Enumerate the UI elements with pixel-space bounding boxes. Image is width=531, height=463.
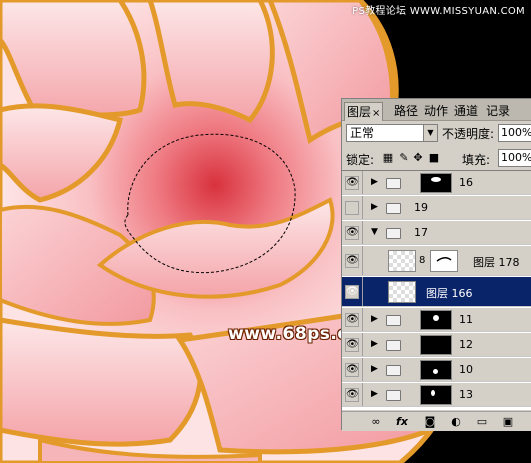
layers-bottom-bar: ∞ fx ◙ ◐ ▭ ▣ xyxy=(342,411,531,431)
layer-name: 11 xyxy=(459,313,473,326)
eye-icon[interactable]: 👁 xyxy=(345,313,359,327)
lock-label: 锁定: xyxy=(346,153,375,167)
tab-actions[interactable]: 动作 xyxy=(422,102,450,121)
tab-layers[interactable]: 图层× xyxy=(344,102,384,121)
new-layer-icon[interactable]: ▣ xyxy=(500,415,516,429)
layer-name: 19 xyxy=(414,201,428,214)
layers-panel: 图层× 路径 动作 通道 记录 正常 ▼ 不透明度: 100% 锁定: ▦ ✎ … xyxy=(341,98,531,431)
eye-icon[interactable]: 👁 xyxy=(345,176,359,190)
layer-thumbnail[interactable] xyxy=(388,281,416,303)
adjustment-layer-icon[interactable]: ◐ xyxy=(448,415,464,429)
triangle-icon[interactable]: ▶ xyxy=(371,339,378,349)
mask-thumbnail[interactable] xyxy=(430,250,458,272)
layer-name: 图层 178 xyxy=(473,256,520,269)
folder-icon xyxy=(386,178,401,189)
triangle-icon[interactable]: ▶ xyxy=(371,389,378,399)
triangle-icon[interactable]: ▶ xyxy=(371,364,378,374)
tab-paths[interactable]: 路径 xyxy=(392,102,420,121)
layers-list: 👁 ▶ 16 👁 ▶ 19 👁 ▼ 17 👁 8 xyxy=(342,170,531,410)
lock-brush-icon[interactable]: ✎ xyxy=(398,152,410,164)
layer-row[interactable]: 👁 ▶ 13 xyxy=(342,383,531,407)
lock-move-icon[interactable]: ✥ xyxy=(412,152,424,164)
tab-channels[interactable]: 通道 xyxy=(452,102,480,121)
panel-tabs: 图层× 路径 动作 通道 记录 xyxy=(342,99,531,121)
add-mask-icon[interactable]: ◙ xyxy=(422,415,438,429)
chevron-down-icon[interactable]: ▼ xyxy=(423,125,437,141)
blend-mode-select[interactable]: 正常 ▼ xyxy=(346,124,438,142)
link-icon[interactable]: 8 xyxy=(419,255,425,266)
layer-row[interactable]: 👁 ▶ 19 xyxy=(342,196,531,220)
folder-icon xyxy=(386,340,401,351)
eye-icon[interactable]: 👁 xyxy=(345,388,359,402)
mask-thumbnail[interactable] xyxy=(420,360,452,380)
layer-thumbnail[interactable] xyxy=(388,250,416,272)
eye-icon[interactable]: 👁 xyxy=(345,363,359,377)
triangle-icon[interactable]: ▶ xyxy=(371,314,378,324)
layer-row[interactable]: 👁 ▶ 12 xyxy=(342,333,531,357)
mask-thumbnail[interactable] xyxy=(420,173,452,193)
lock-all-icon[interactable]: ■ xyxy=(428,152,440,164)
layer-row[interactable]: 👁 ▶ 10 xyxy=(342,358,531,382)
blend-row: 正常 ▼ 不透明度: 100% xyxy=(346,124,531,144)
layer-row[interactable]: 👁 ▼ 17 xyxy=(342,221,531,245)
fx-button[interactable]: fx xyxy=(394,415,410,429)
eye-icon[interactable]: 👁 xyxy=(345,285,359,299)
eye-icon[interactable]: 👁 xyxy=(345,338,359,352)
eye-icon[interactable]: 👁 xyxy=(345,226,359,240)
layer-name: 16 xyxy=(459,176,473,189)
mask-thumbnail[interactable] xyxy=(420,335,452,355)
fill-input[interactable]: 100% xyxy=(498,149,531,167)
lock-transparency-icon[interactable]: ▦ xyxy=(382,152,394,164)
new-group-icon[interactable]: ▭ xyxy=(474,415,490,429)
layer-name: 17 xyxy=(414,226,428,239)
folder-icon xyxy=(386,365,401,376)
layer-row[interactable]: 👁 ▶ 11 xyxy=(342,308,531,332)
mask-thumbnail[interactable] xyxy=(420,310,452,330)
layer-name: 13 xyxy=(459,388,473,401)
layer-name: 10 xyxy=(459,363,473,376)
layer-row[interactable]: 👁 8 图层 178 xyxy=(342,246,531,276)
lock-row: 锁定: ▦ ✎ ✥ ■ 填充: 100% xyxy=(346,149,531,169)
triangle-icon[interactable]: ▶ xyxy=(371,202,378,212)
folder-icon xyxy=(386,315,401,326)
layer-name: 12 xyxy=(459,338,473,351)
mask-thumbnail[interactable] xyxy=(420,385,452,405)
link-layers-icon[interactable]: ∞ xyxy=(368,415,384,429)
layer-row[interactable]: 👁 ▶ 16 xyxy=(342,171,531,195)
close-icon[interactable]: × xyxy=(372,108,380,119)
tab-history[interactable]: 记录 xyxy=(484,102,512,121)
layer-row-selected[interactable]: 👁 图层 166 xyxy=(342,277,531,307)
folder-icon xyxy=(386,203,401,214)
eye-icon[interactable]: 👁 xyxy=(345,201,359,215)
folder-icon xyxy=(386,390,401,401)
triangle-icon[interactable]: ▶ xyxy=(371,177,378,187)
opacity-input[interactable]: 100% xyxy=(498,124,531,142)
fill-label: 填充: xyxy=(462,153,491,167)
opacity-label: 不透明度: xyxy=(442,127,495,141)
eye-icon[interactable]: 👁 xyxy=(345,254,359,268)
watermark-top: PS教程论坛 WWW.MISSYUAN.COM xyxy=(352,6,525,17)
layer-name: 图层 166 xyxy=(426,287,473,300)
folder-icon xyxy=(386,228,401,239)
triangle-icon[interactable]: ▼ xyxy=(371,227,378,237)
